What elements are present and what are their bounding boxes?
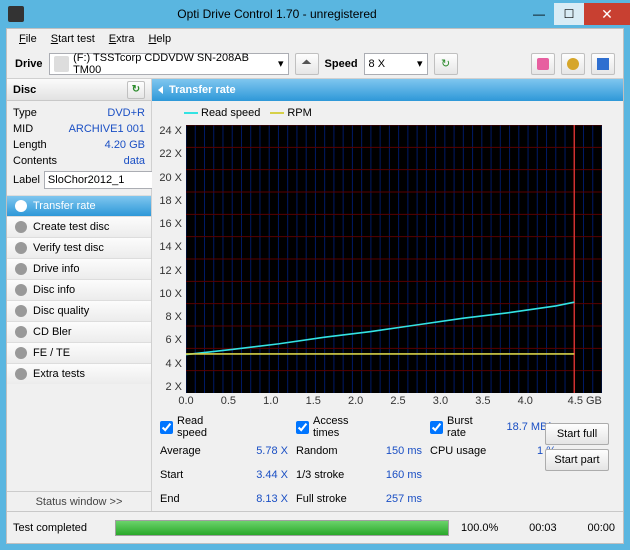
sidebar-item-cd-bler[interactable]: CD Bler [7, 321, 151, 342]
third-key: 1/3 stroke [296, 469, 364, 481]
speed-label: Speed [325, 58, 358, 70]
cpu-key: CPU usage [430, 445, 488, 457]
progress-pct: 100.0% [461, 522, 498, 534]
legend-rpm: RPM [287, 107, 311, 119]
menu-bar: File Start test Extra Help [7, 29, 623, 49]
close-button[interactable]: ✕ [584, 3, 630, 25]
toolbar: Drive (F:) TSSTcorp CDDVDW SN-208AB TM00… [7, 49, 623, 79]
refresh-icon: ↻ [441, 57, 450, 70]
sidebar-item-transfer-rate[interactable]: Transfer rate [7, 195, 151, 216]
read-speed-checkbox[interactable]: Read speed [160, 415, 230, 439]
menu-file[interactable]: File [13, 31, 43, 47]
refresh-button[interactable]: ↻ [434, 53, 458, 75]
disc-mid-val: ARCHIVE1 001 [69, 123, 145, 135]
titlebar[interactable]: Opti Drive Control 1.70 - unregistered —… [0, 0, 630, 28]
sidebar-item-drive-info[interactable]: Drive info [7, 258, 151, 279]
fullstroke-val: 257 ms [372, 493, 422, 505]
access-times-checkbox[interactable]: Access times [296, 415, 364, 439]
avg-val: 5.78 X [238, 445, 288, 457]
disc-length-key: Length [13, 139, 47, 151]
random-key: Random [296, 445, 364, 457]
bullet-icon [15, 326, 27, 338]
status-bar: Test completed 100.0% 00:03 00:00 [7, 511, 623, 543]
eject-button[interactable] [295, 53, 319, 75]
speed-select[interactable]: 8 X▾ [364, 53, 428, 75]
refresh-icon: ↻ [132, 84, 140, 95]
disc-label-key: Label [13, 174, 40, 186]
disc-mid-key: MID [13, 123, 33, 135]
main-title: Transfer rate [169, 84, 236, 96]
bullet-icon [15, 368, 27, 380]
bullet-icon [15, 284, 27, 296]
chevron-left-icon [158, 86, 163, 94]
drive-label: Drive [15, 58, 43, 70]
menu-help[interactable]: Help [142, 31, 177, 47]
erase-button[interactable] [531, 53, 555, 75]
status-text: Test completed [7, 522, 115, 534]
transfer-chart: 24 X22 X20 X18 X16 X14 X12 X10 X8 X6 X4 … [158, 121, 606, 411]
random-val: 150 ms [372, 445, 422, 457]
drive-select[interactable]: (F:) TSSTcorp CDDVDW SN-208AB TM00 ▾ [49, 53, 289, 75]
maximize-button[interactable]: ☐ [554, 3, 584, 25]
chart-legend: Read speed RPM [158, 105, 617, 121]
start-part-button[interactable]: Start part [545, 449, 609, 471]
disc-type-key: Type [13, 107, 37, 119]
main-header: Transfer rate [152, 79, 623, 101]
save-button[interactable] [591, 53, 615, 75]
bullet-icon [15, 200, 27, 212]
bullet-icon [15, 347, 27, 359]
disc-length-val: 4.20 GB [105, 139, 145, 151]
bullet-icon [15, 305, 27, 317]
sidebar-item-verify-test-disc[interactable]: Verify test disc [7, 237, 151, 258]
sidebar-item-create-test-disc[interactable]: Create test disc [7, 216, 151, 237]
remaining-time: 00:00 [587, 522, 615, 534]
sidebar-item-extra-tests[interactable]: Extra tests [7, 363, 151, 384]
disc-panel-header: Disc ↻ [7, 79, 151, 101]
start-val: 3.44 X [238, 469, 288, 481]
fullstroke-key: Full stroke [296, 493, 364, 505]
save-icon [597, 58, 609, 70]
avg-key: Average [160, 445, 230, 457]
options-button[interactable] [561, 53, 585, 75]
burst-rate-checkbox[interactable]: Burst rate [430, 415, 488, 439]
end-val: 8.13 X [238, 493, 288, 505]
disc-type-val: DVD+R [107, 107, 145, 119]
disc-refresh-button[interactable]: ↻ [127, 81, 145, 99]
progress-bar [115, 520, 449, 536]
menu-start-test[interactable]: Start test [45, 31, 101, 47]
minimize-button[interactable]: — [524, 3, 554, 25]
app-icon [8, 6, 24, 22]
legend-read: Read speed [201, 107, 260, 119]
eject-icon [301, 59, 313, 69]
start-full-button[interactable]: Start full [545, 423, 609, 445]
status-window-toggle[interactable]: Status window >> [7, 491, 151, 511]
start-key: Start [160, 469, 230, 481]
bullet-icon [15, 263, 27, 275]
main-panel: Transfer rate Read speed RPM 24 X22 X20 … [152, 79, 623, 511]
window-title: Opti Drive Control 1.70 - unregistered [30, 7, 524, 21]
sidebar-item-disc-quality[interactable]: Disc quality [7, 300, 151, 321]
elapsed-time: 00:03 [529, 522, 557, 534]
drive-value: (F:) TSSTcorp CDDVDW SN-208AB TM00 [73, 52, 274, 76]
sidebar-item-fe-te[interactable]: FE / TE [7, 342, 151, 363]
sidebar: Disc ↻ Type DVD+R MID ARCHIVE1 001 Length 4… [7, 79, 152, 511]
gear-icon [567, 58, 579, 70]
bullet-icon [15, 242, 27, 254]
disc-contents-key: Contents [13, 155, 57, 167]
drive-icon [54, 56, 70, 72]
sidebar-item-disc-info[interactable]: Disc info [7, 279, 151, 300]
third-val: 160 ms [372, 469, 422, 481]
disc-properties: TypeDVD+R MIDARCHIVE1 001 Length4.20 GB … [7, 101, 151, 195]
disc-contents-val: data [124, 155, 145, 167]
menu-extra[interactable]: Extra [103, 31, 141, 47]
bullet-icon [15, 221, 27, 233]
erase-icon [537, 58, 549, 70]
end-key: End [160, 493, 230, 505]
